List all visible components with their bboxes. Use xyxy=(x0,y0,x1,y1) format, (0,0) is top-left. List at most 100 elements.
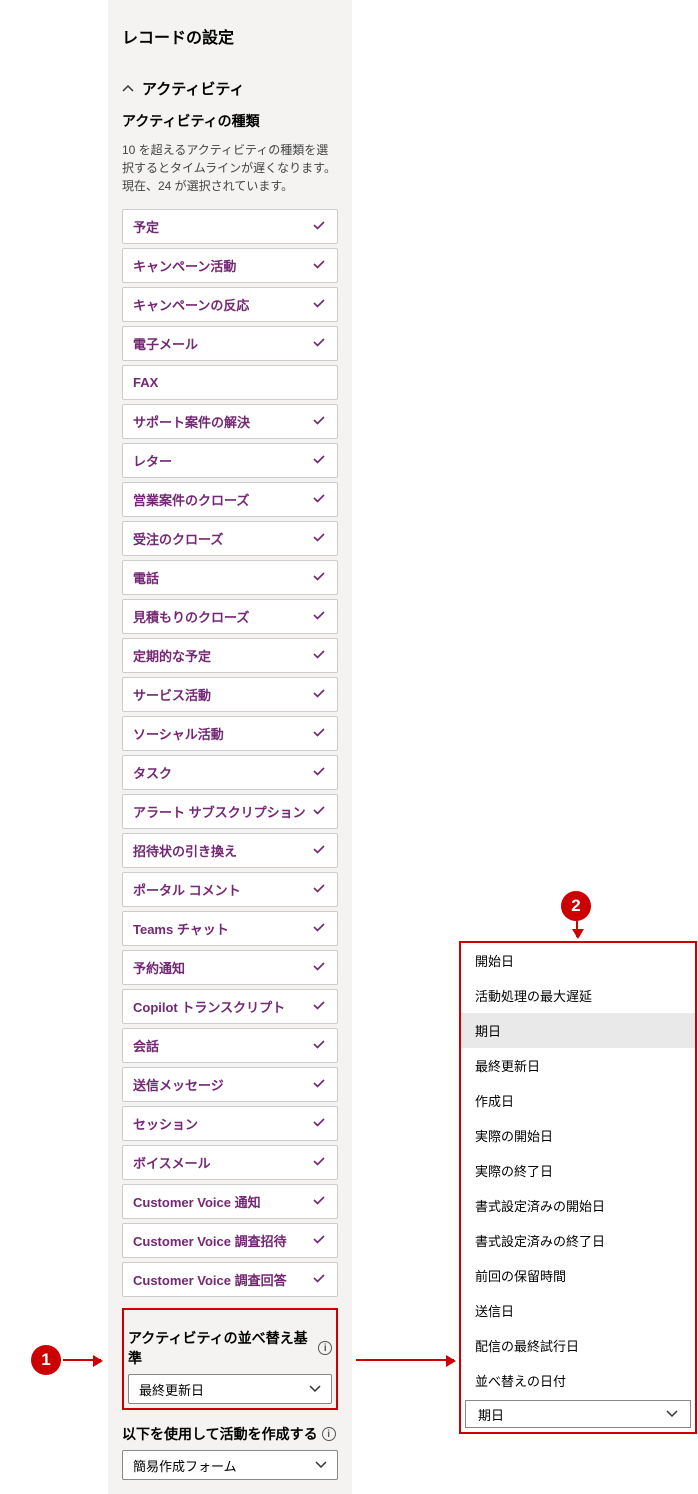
sortby-option[interactable]: 前回の保留時間 xyxy=(461,1258,695,1293)
sortby-dropdown-footer[interactable]: 期日 xyxy=(465,1400,691,1428)
sortby-dropdown-footer-value: 期日 xyxy=(478,1405,504,1424)
activity-type-label: 電話 xyxy=(133,568,159,587)
activity-type-item[interactable]: Teams チャット xyxy=(122,911,338,946)
check-icon xyxy=(311,490,327,510)
activity-type-item[interactable]: 予約通知 xyxy=(122,950,338,985)
activity-type-item[interactable]: FAX xyxy=(122,365,338,400)
sortby-option[interactable]: 最終更新日 xyxy=(461,1048,695,1083)
info-icon[interactable]: i xyxy=(322,1427,336,1441)
sortby-option[interactable]: 開始日 xyxy=(461,943,695,978)
sortby-dropdown: 開始日活動処理の最大遅延期日最終更新日作成日実際の開始日実際の終了日書式設定済み… xyxy=(459,941,697,1434)
check-icon xyxy=(311,919,327,939)
check-icon xyxy=(311,802,327,822)
activity-type-item[interactable]: キャンペーンの反応 xyxy=(122,287,338,322)
check-icon xyxy=(311,1075,327,1095)
check-icon xyxy=(311,1192,327,1212)
check-icon xyxy=(311,880,327,900)
activity-type-label: FAX xyxy=(133,375,158,390)
sortby-option[interactable]: 実際の終了日 xyxy=(461,1153,695,1188)
annotation-arrow-1b xyxy=(356,1359,454,1361)
annotation-arrow-2 xyxy=(576,921,578,937)
sortby-select[interactable]: 最終更新日 xyxy=(128,1374,332,1404)
sortby-block: アクティビティの並べ替え基準 i 最終更新日 xyxy=(122,1308,338,1410)
annotation-arrow-1 xyxy=(63,1359,101,1361)
check-icon xyxy=(311,763,327,783)
chevron-down-icon xyxy=(309,1382,321,1397)
chevron-down-icon xyxy=(315,1458,327,1473)
sortby-value: 最終更新日 xyxy=(139,1380,204,1399)
activity-type-label: 予定 xyxy=(133,217,159,236)
activity-type-item[interactable]: 受注のクローズ xyxy=(122,521,338,556)
activity-type-item[interactable]: サービス活動 xyxy=(122,677,338,712)
activity-type-item[interactable]: キャンペーン活動 xyxy=(122,248,338,283)
activity-type-label: 電子メール xyxy=(133,334,198,353)
activity-type-item[interactable]: Customer Voice 通知 xyxy=(122,1184,338,1219)
sortby-option[interactable]: 作成日 xyxy=(461,1083,695,1118)
check-icon xyxy=(311,646,327,666)
section-label: アクティビティ xyxy=(142,78,244,99)
annotation-badge-2: 2 xyxy=(561,891,591,921)
check-icon xyxy=(311,334,327,354)
check-icon xyxy=(311,1036,327,1056)
check-icon xyxy=(311,685,327,705)
activity-type-item[interactable]: タスク xyxy=(122,755,338,790)
activity-type-list: 予定キャンペーン活動キャンペーンの反応電子メール FAX サポート案件の解決レター営… xyxy=(122,209,338,1297)
sortby-option[interactable]: 実際の開始日 xyxy=(461,1118,695,1153)
activity-type-item[interactable]: Copilot トランスクリプト xyxy=(122,989,338,1024)
activity-type-item[interactable]: ボイスメール xyxy=(122,1145,338,1180)
activity-type-label: 予約通知 xyxy=(133,958,185,977)
activity-type-item[interactable]: 定期的な予定 xyxy=(122,638,338,673)
activity-type-item[interactable]: Customer Voice 調査回答 xyxy=(122,1262,338,1297)
check-icon xyxy=(311,1114,327,1134)
activity-type-item[interactable]: 予定 xyxy=(122,209,338,244)
activity-type-item[interactable]: 営業案件のクローズ xyxy=(122,482,338,517)
activity-type-label: 営業案件のクローズ xyxy=(133,490,249,509)
activity-type-label: Customer Voice 調査招待 xyxy=(133,1231,287,1250)
sortby-option[interactable]: 活動処理の最大遅延 xyxy=(461,978,695,1013)
activity-type-item[interactable]: セッション xyxy=(122,1106,338,1141)
sortby-option[interactable]: 期日 xyxy=(461,1013,695,1048)
create-using-value: 簡易作成フォーム xyxy=(133,1456,237,1475)
activity-type-label: 送信メッセージ xyxy=(133,1075,224,1094)
sortby-option[interactable]: 書式設定済みの開始日 xyxy=(461,1188,695,1223)
annotation-badge-1: 1 xyxy=(31,1345,61,1375)
activity-type-label: ポータル コメント xyxy=(133,880,241,899)
activity-type-label: Teams チャット xyxy=(133,919,229,938)
activity-type-item[interactable]: サポート案件の解決 xyxy=(122,404,338,439)
activity-type-item[interactable]: アラート サブスクリプション xyxy=(122,794,338,829)
create-using-select[interactable]: 簡易作成フォーム xyxy=(122,1450,338,1480)
activity-type-label: サービス活動 xyxy=(133,685,211,704)
activity-type-item[interactable]: 招待状の引き換え xyxy=(122,833,338,868)
sortby-option[interactable]: 配信の最終試行日 xyxy=(461,1328,695,1363)
activity-type-heading: アクティビティの種類 xyxy=(122,111,338,131)
activity-type-label: ボイスメール xyxy=(133,1153,211,1172)
activity-type-item[interactable]: 電子メール xyxy=(122,326,338,361)
activity-type-item[interactable]: ポータル コメント xyxy=(122,872,338,907)
check-icon xyxy=(311,724,327,744)
activity-type-label: ソーシャル活動 xyxy=(133,724,224,743)
activity-type-item[interactable]: 送信メッセージ xyxy=(122,1067,338,1102)
activity-type-label: 会話 xyxy=(133,1036,159,1055)
chevron-down-icon xyxy=(666,1407,678,1422)
check-icon xyxy=(311,256,327,276)
activity-type-item[interactable]: ソーシャル活動 xyxy=(122,716,338,751)
activity-type-item[interactable]: Customer Voice 調査招待 xyxy=(122,1223,338,1258)
activity-type-item[interactable]: 見積もりのクローズ xyxy=(122,599,338,634)
activity-type-item[interactable]: 会話 xyxy=(122,1028,338,1063)
check-icon xyxy=(311,412,327,432)
activity-type-item[interactable]: レター xyxy=(122,443,338,478)
activity-type-label: 定期的な予定 xyxy=(133,646,211,665)
info-icon[interactable]: i xyxy=(318,1341,332,1355)
check-icon xyxy=(311,529,327,549)
section-activity[interactable]: アクティビティ xyxy=(122,78,338,99)
activity-type-item[interactable]: 電話 xyxy=(122,560,338,595)
sortby-option[interactable]: 書式設定済みの終了日 xyxy=(461,1223,695,1258)
activity-type-label: Copilot トランスクリプト xyxy=(133,997,285,1016)
activity-type-hint: 10 を超えるアクティビティの種類を選択するとタイムラインが遅くなります。 現在… xyxy=(122,141,338,195)
sortby-option[interactable]: 並べ替えの日付 xyxy=(461,1363,695,1398)
check-icon xyxy=(311,1231,327,1251)
sortby-option[interactable]: 送信日 xyxy=(461,1293,695,1328)
activity-type-label: Customer Voice 調査回答 xyxy=(133,1270,287,1289)
activity-type-label: 受注のクローズ xyxy=(133,529,223,548)
activity-type-label: レター xyxy=(133,451,172,470)
